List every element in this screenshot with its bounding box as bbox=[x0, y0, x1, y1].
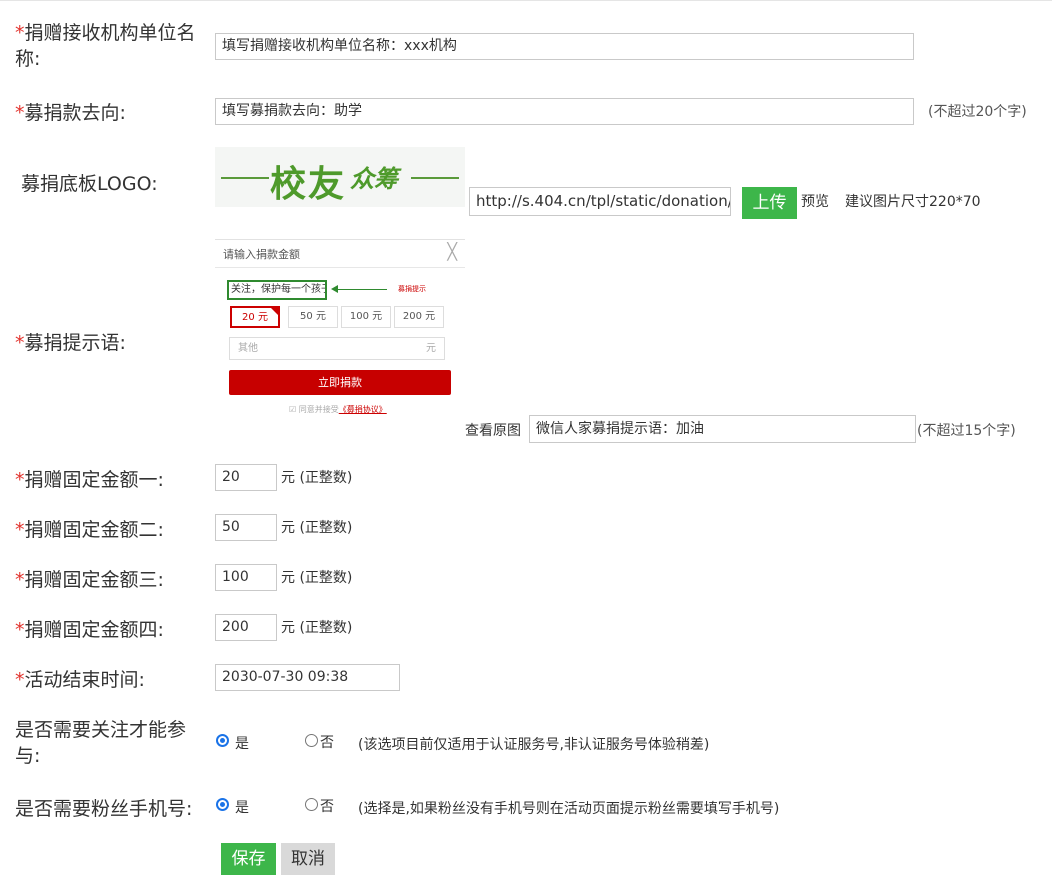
destination-hint: (不超过20个字) bbox=[928, 104, 1027, 120]
amount4-unit: 元 (正整数) bbox=[281, 620, 353, 636]
amount1-unit: 元 (正整数) bbox=[281, 470, 353, 486]
logo-line-right bbox=[411, 177, 459, 179]
logo-url-input[interactable]: http://s.404.cn/tpl/static/donation/ bbox=[469, 187, 731, 216]
phone-yes-radio[interactable] bbox=[216, 798, 229, 811]
phone-yes-label[interactable]: 是 bbox=[235, 798, 249, 818]
follow-yes-radio[interactable] bbox=[216, 734, 229, 747]
destination-input[interactable]: 填写募捐款去向：助学 bbox=[215, 98, 914, 125]
arrow-line bbox=[335, 289, 387, 290]
follow-note: (该选项目前仅适用于认证服务号,非认证服务号体验稍差) bbox=[358, 737, 710, 753]
amount3-unit: 元 (正整数) bbox=[281, 570, 353, 586]
preview-title: 请输入捐款金额 bbox=[223, 248, 300, 261]
amount2-label: *捐赠固定金额二: bbox=[15, 519, 164, 541]
prompt-hint: (不超过15个字) bbox=[917, 423, 1016, 439]
org-name-label: *捐赠接收机构单位名 称: bbox=[15, 22, 196, 70]
preview-tip-note: 募捐提示 bbox=[398, 285, 426, 293]
preview-amount: 50 元 bbox=[288, 306, 338, 328]
follow-label: 是否需要关注才能参 与: bbox=[15, 719, 187, 767]
follow-no-label[interactable]: 否 bbox=[320, 733, 334, 753]
view-original-link[interactable]: 查看原图 bbox=[465, 421, 521, 441]
close-icon: ╳ bbox=[447, 242, 457, 261]
org-name-input[interactable]: 填写捐赠接收机构单位名称：xxx机构 bbox=[215, 33, 914, 60]
donation-preview-image: 请输入捐款金额 ╳ 关注，保护每一个孩子 募捐提示 20 元 50 元 100 … bbox=[215, 239, 465, 418]
preview-other-field: 其他 元 bbox=[229, 337, 445, 360]
upload-button[interactable]: 上传 bbox=[742, 187, 797, 219]
prompt-label: *募捐提示语: bbox=[15, 332, 126, 354]
logo-label: 募捐底板LOGO: bbox=[21, 173, 158, 195]
phone-label: 是否需要粉丝手机号: bbox=[15, 798, 193, 820]
preview-link[interactable]: 预览 bbox=[801, 192, 829, 212]
phone-no-label[interactable]: 否 bbox=[320, 797, 334, 817]
amount4-input[interactable]: 200 bbox=[215, 614, 277, 641]
logo-size-hint: 建议图片尺寸220*70 bbox=[845, 194, 981, 210]
save-button[interactable]: 保存 bbox=[221, 843, 276, 875]
amount1-input[interactable]: 20 bbox=[215, 464, 277, 491]
logo-text-main: 校友 bbox=[270, 163, 347, 205]
arrow-left-icon bbox=[331, 285, 338, 293]
preview-amount: 100 元 bbox=[341, 306, 391, 328]
cancel-button[interactable]: 取消 bbox=[281, 843, 335, 875]
logo-image: 校友 众筹 bbox=[215, 147, 465, 207]
logo-text-sub: 众筹 bbox=[350, 164, 398, 193]
preview-agreement: ☑ 同意并接受《募捐协议》 bbox=[289, 405, 387, 414]
preview-divider bbox=[215, 267, 465, 268]
phone-note: (选择是,如果粉丝没有手机号则在活动页面提示粉丝需要填写手机号) bbox=[358, 801, 780, 817]
phone-no-radio[interactable] bbox=[305, 798, 318, 811]
end-time-label: *活动结束时间: bbox=[15, 669, 145, 691]
prompt-input[interactable]: 微信人家募捐提示语：加油 bbox=[529, 415, 916, 443]
follow-no-radio[interactable] bbox=[305, 734, 318, 747]
preview-amount: 20 元 bbox=[230, 306, 280, 328]
amount2-input[interactable]: 50 bbox=[215, 514, 277, 541]
amount3-label: *捐赠固定金额三: bbox=[15, 569, 164, 591]
preview-tip-text: 关注，保护每一个孩子 bbox=[227, 280, 327, 300]
logo-line-left bbox=[221, 177, 269, 179]
amount3-input[interactable]: 100 bbox=[215, 564, 277, 591]
amount2-unit: 元 (正整数) bbox=[281, 520, 353, 536]
end-time-input[interactable]: 2030-07-30 09:38 bbox=[215, 664, 400, 691]
preview-amount: 200 元 bbox=[394, 306, 444, 328]
follow-yes-label[interactable]: 是 bbox=[235, 734, 249, 754]
destination-label: *募捐款去向: bbox=[15, 102, 126, 124]
amount4-label: *捐赠固定金额四: bbox=[15, 619, 164, 641]
amount1-label: *捐赠固定金额一: bbox=[15, 469, 164, 491]
preview-donate-button: 立即捐款 bbox=[229, 370, 451, 395]
top-divider bbox=[0, 0, 1052, 1]
